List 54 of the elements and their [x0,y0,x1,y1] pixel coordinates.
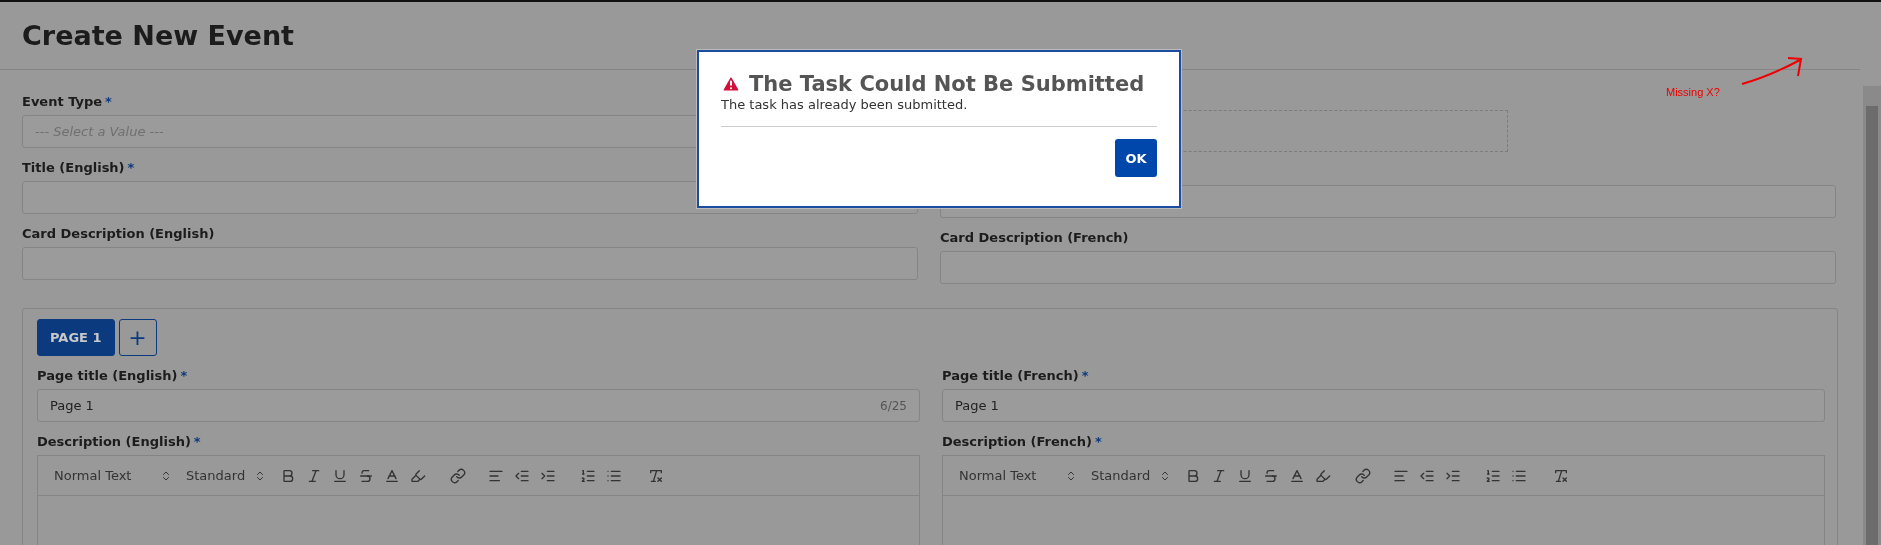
scrollbar[interactable] [1863,86,1881,545]
required-asterisk: * [180,368,188,383]
rich-text-editor[interactable]: Normal Text Standard [942,455,1825,545]
ordered-list-icon[interactable] [580,467,596,484]
up-down-caret-icon [160,469,172,482]
italic-icon[interactable] [306,467,322,484]
page-tab[interactable]: PAGE 1 [37,319,115,356]
field-label: Event Type [22,94,103,109]
required-asterisk: * [105,94,112,109]
field-label: Description (French) [942,434,1092,449]
italic-icon[interactable] [1211,467,1227,484]
required-asterisk: * [193,434,201,449]
clear-format-icon[interactable] [1553,467,1569,484]
warning-icon [721,74,741,94]
field-label: Card Description (French) [940,230,1129,245]
text-color-icon[interactable] [1289,467,1305,484]
page-title: Create New Event [22,20,296,51]
character-counter: 6/25 [880,398,907,413]
text-color-icon[interactable] [384,467,400,484]
ordered-list-icon[interactable] [1485,467,1501,484]
dialog-message: The task has already been submitted. [721,97,969,112]
required-asterisk: * [1095,434,1102,449]
format-select[interactable]: Normal Text [54,468,172,483]
rich-text-editor[interactable]: Normal Text Standard [37,455,920,545]
underline-icon[interactable] [332,467,348,484]
required-asterisk: * [1081,368,1089,383]
up-down-caret-icon [1159,469,1171,482]
clear-format-icon[interactable] [648,467,664,484]
font-select[interactable]: Standard [186,468,266,483]
input-field[interactable]: Page 1 6/25 [37,389,920,422]
underline-icon[interactable] [1237,467,1253,484]
link-icon[interactable] [1355,467,1371,484]
dialog-title: The Task Could Not Be Submitted [749,72,1145,96]
up-down-caret-icon [1065,469,1077,482]
bold-icon[interactable] [280,467,296,484]
required-asterisk: * [127,160,135,175]
field-label: Page title (English) [37,368,178,383]
field-label: Page title (French) [942,368,1079,383]
ok-button[interactable]: OK [1115,139,1157,177]
bold-icon[interactable] [1185,467,1201,484]
annotation-text: Missing X? [1666,86,1720,98]
field-label: Card Description (English) [22,226,215,241]
input-field[interactable]: Page 1 [942,389,1825,422]
field-label: Title (English) [22,160,125,175]
add-page-button[interactable]: + [118,319,157,356]
font-select[interactable]: Standard [1091,468,1171,483]
up-down-caret-icon [254,469,266,482]
format-select[interactable]: Normal Text [959,468,1077,483]
strikethrough-icon[interactable] [358,467,374,484]
link-icon[interactable] [450,467,466,484]
field-label: Description (English) [37,434,191,449]
highlight-icon[interactable] [410,467,426,484]
highlight-icon[interactable] [1315,467,1331,484]
strikethrough-icon[interactable] [1263,467,1279,484]
